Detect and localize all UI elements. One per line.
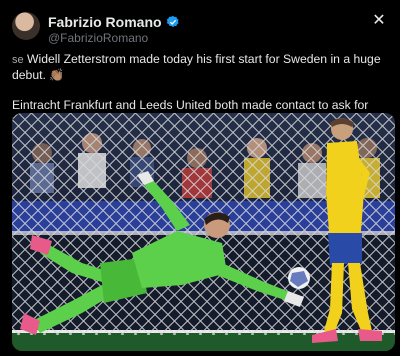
tweet-line-1: Widell Zetterstrom made today his first … (12, 52, 381, 82)
author-handle[interactable]: @FabrizioRomano (48, 31, 148, 45)
author-name-row: Fabrizio Romano (48, 14, 180, 30)
close-icon[interactable]: ✕ (372, 13, 386, 29)
verified-badge-icon (166, 15, 179, 28)
tweet-media-photo[interactable] (12, 113, 395, 351)
football-goalkeeper-photo (12, 113, 395, 351)
avatar[interactable] (12, 12, 40, 40)
tweet-paragraph-1: se Widell Zetterstrom made today his fir… (12, 52, 390, 83)
tweet-header: Fabrizio Romano @FabrizioRomano ✕ (12, 8, 388, 48)
author-display-name[interactable]: Fabrizio Romano (48, 14, 162, 30)
clap-emoji: 👏🏽 (49, 68, 65, 82)
flag-emoji: se (12, 54, 24, 66)
